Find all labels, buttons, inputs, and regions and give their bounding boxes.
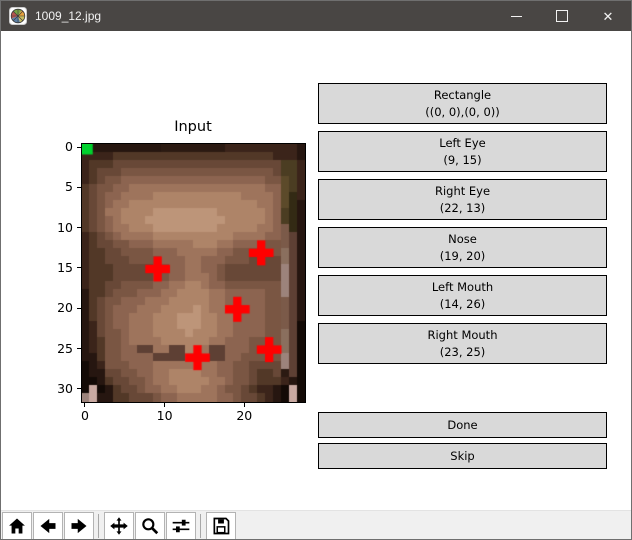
x-tick-label: 20: [236, 408, 253, 423]
save-button[interactable]: [206, 511, 236, 539]
sliders-icon: [172, 519, 190, 533]
skip-button[interactable]: Skip: [318, 443, 607, 469]
y-tick-mark: [77, 227, 81, 229]
matplotlib-logo-icon: [9, 7, 27, 25]
toolbar-separator: [200, 514, 201, 538]
y-tick-label: 10: [57, 219, 73, 235]
landmark-button-label: Rectangle: [433, 87, 492, 102]
y-tick-label: 15: [57, 259, 73, 275]
landmark-button-label: Right Mouth: [427, 327, 498, 342]
landmark-button-rectangle[interactable]: Rectangle ((0, 0),(0, 0)): [318, 83, 607, 124]
face-image-canvas[interactable]: [82, 144, 305, 402]
back-button[interactable]: [33, 511, 63, 539]
save-icon: [213, 517, 230, 535]
landmark-button-left-mouth[interactable]: Left Mouth (14, 26): [318, 275, 607, 316]
landmark-button-left-eye[interactable]: Left Eye (9, 15): [318, 131, 607, 172]
y-tick-mark: [77, 388, 81, 390]
landmark-button-value: (23, 25): [439, 344, 486, 359]
landmark-button-value: (9, 15): [443, 152, 482, 167]
y-tick-label: 0: [65, 139, 73, 155]
x-tick-label: 10: [156, 408, 173, 423]
y-tick-mark: [77, 186, 81, 188]
y-tick-mark: [77, 348, 81, 350]
y-tick-label: 5: [65, 179, 73, 195]
image-axes[interactable]: [81, 143, 306, 403]
y-tick-mark: [77, 307, 81, 309]
landmark-button-nose[interactable]: Nose (19, 20): [318, 227, 607, 268]
titlebar: 1009_12.jpg ✕: [1, 1, 631, 31]
landmark-button-value: ((0, 0),(0, 0)): [425, 104, 500, 119]
y-tick-mark: [77, 146, 81, 148]
x-tick-mark: [84, 403, 86, 407]
minimize-button[interactable]: [493, 1, 539, 31]
plot-title: Input: [174, 119, 212, 135]
toolbar-separator: [98, 514, 99, 538]
landmark-button-label: Nose: [448, 231, 477, 246]
landmark-button-value: (22, 13): [439, 200, 486, 215]
zoom-icon: [142, 518, 159, 535]
y-tick-label: 25: [57, 340, 73, 356]
landmark-button-right-mouth[interactable]: Right Mouth (23, 25): [318, 323, 607, 364]
landmark-button-label: Left Mouth: [431, 279, 494, 294]
home-icon: [9, 518, 25, 534]
pan-button[interactable]: [104, 511, 134, 539]
minimize-icon: [510, 15, 522, 17]
figure-canvas-area: Input 0 5 10 15 20 25 30 0 10 20 Rectangle ((0, 0…: [1, 31, 631, 510]
pan-icon: [110, 517, 128, 535]
landmark-button-label: Right Eye: [434, 183, 491, 198]
landmark-button-value: (19, 20): [439, 248, 486, 263]
forward-arrow-icon: [71, 518, 87, 534]
y-tick-label: 30: [57, 380, 73, 396]
landmark-button-label: Left Eye: [439, 135, 486, 150]
close-button[interactable]: ✕: [585, 1, 631, 31]
home-button[interactable]: [2, 511, 32, 539]
back-arrow-icon: [40, 518, 56, 534]
matplotlib-toolbar: [1, 510, 631, 539]
zoom-button[interactable]: [135, 511, 165, 539]
maximize-button[interactable]: [539, 1, 585, 31]
x-tick-mark: [164, 403, 166, 407]
landmark-button-value: (14, 26): [439, 296, 486, 311]
x-tick-label: 0: [80, 408, 89, 423]
action-button-label: Done: [447, 418, 478, 432]
y-tick-mark: [77, 267, 81, 269]
close-icon: ✕: [602, 8, 614, 24]
maximize-icon: [556, 10, 568, 22]
forward-button[interactable]: [64, 511, 94, 539]
window-title: 1009_12.jpg: [35, 9, 102, 23]
app-window: 1009_12.jpg ✕ Input 0 5 10 15 20 25 30 0 10 20 R…: [0, 0, 632, 540]
y-tick-label: 20: [57, 300, 73, 316]
configure-subplots-button[interactable]: [166, 511, 196, 539]
x-tick-mark: [243, 403, 245, 407]
action-button-label: Skip: [450, 449, 475, 463]
done-button[interactable]: Done: [318, 412, 607, 438]
landmark-button-right-eye[interactable]: Right Eye (22, 13): [318, 179, 607, 220]
